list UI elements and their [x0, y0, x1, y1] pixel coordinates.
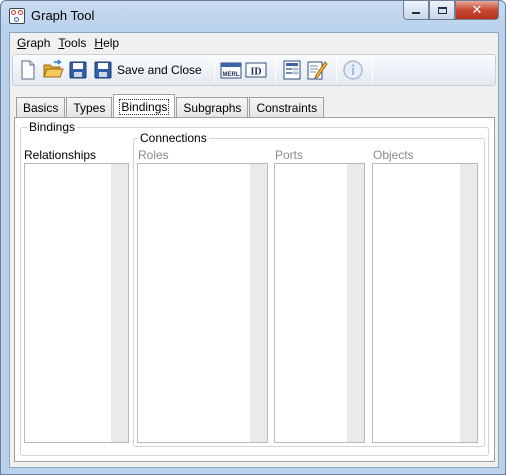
maximize-icon: [437, 6, 447, 14]
ports-scrollbar[interactable]: [347, 164, 364, 442]
window-controls: ✕: [403, 1, 499, 21]
menu-bar: Graph Tools Help: [10, 33, 498, 53]
svg-text:ID: ID: [250, 67, 261, 78]
close-button[interactable]: ✕: [455, 1, 499, 20]
toolbar-separator: [335, 58, 337, 82]
graph-tool-app-icon[interactable]: [9, 8, 25, 24]
menu-graph[interactable]: Graph: [15, 33, 56, 53]
edit-properties-button[interactable]: [306, 58, 328, 82]
maximize-button[interactable]: [429, 1, 455, 20]
relationships-scrollbar[interactable]: [111, 164, 128, 442]
tab-basics[interactable]: Basics: [16, 97, 66, 118]
bindings-group-label: Bindings: [27, 120, 78, 134]
save-button[interactable]: [67, 58, 89, 82]
client-area: Graph Tools Help Save and Close MERL ID …: [9, 32, 499, 468]
svg-text:MERL: MERL: [222, 72, 239, 78]
save-disk-icon: [94, 61, 112, 79]
tab-types[interactable]: Types: [66, 97, 113, 118]
tab-constraints[interactable]: Constraints: [249, 97, 325, 118]
roles-list[interactable]: [137, 163, 268, 443]
edit-pencil-icon: [307, 61, 328, 80]
toolbar-separator: [371, 58, 373, 82]
minimize-icon: [412, 12, 420, 14]
info-button: [342, 58, 364, 82]
merl-editor-icon: MERL: [220, 62, 242, 79]
toolbar-separator: [274, 58, 276, 82]
tab-subgraphs[interactable]: Subgraphs: [176, 97, 249, 118]
save-disk-icon: [69, 61, 87, 79]
ports-list[interactable]: [274, 163, 365, 443]
id-button[interactable]: ID: [245, 58, 267, 82]
info-icon: [342, 60, 363, 80]
objects-label: Objects: [373, 148, 414, 162]
save-and-close-label: Save and Close: [117, 63, 202, 77]
roles-label: Roles: [138, 148, 169, 162]
objects-list[interactable]: [372, 163, 478, 443]
open-button[interactable]: [42, 58, 64, 82]
relationships-label: Relationships: [24, 148, 97, 162]
new-button[interactable]: [17, 58, 39, 82]
window-title: Graph Tool: [31, 8, 95, 23]
title-bar[interactable]: Graph Tool ✕: [1, 1, 505, 31]
identifier-icon: ID: [245, 62, 267, 78]
roles-scrollbar[interactable]: [250, 164, 267, 442]
form-layout-button[interactable]: [281, 58, 303, 82]
new-document-icon: [21, 60, 35, 80]
tab-bindings[interactable]: Bindings: [113, 94, 176, 118]
connections-group-label: Connections: [138, 131, 209, 145]
tab-strip: Basics Types Bindings Subgraphs Constrai…: [16, 94, 325, 118]
close-icon: ✕: [471, 2, 483, 17]
graph-tool-window: Graph Tool ✕ Graph Tools Help Save and C…: [0, 0, 506, 475]
minimize-button[interactable]: [403, 1, 429, 20]
ports-label: Ports: [275, 148, 304, 162]
menu-tools[interactable]: Tools: [56, 33, 92, 53]
form-layout-icon: [283, 60, 301, 80]
toolbar-separator: [213, 58, 215, 82]
connections-group: Connections Roles Ports Objects: [133, 131, 485, 447]
toolbar: Save and Close MERL ID: [12, 54, 496, 86]
bindings-tab-panel: Bindings Relationships Connections Roles…: [14, 117, 495, 462]
bindings-group: Bindings Relationships Connections Roles…: [20, 120, 489, 456]
objects-scrollbar[interactable]: [460, 164, 477, 442]
relationships-list[interactable]: [24, 163, 129, 443]
menu-help[interactable]: Help: [92, 33, 125, 53]
open-folder-icon: [43, 59, 64, 78]
merl-button[interactable]: MERL: [220, 58, 242, 82]
save-and-close-button[interactable]: Save and Close: [92, 58, 206, 82]
